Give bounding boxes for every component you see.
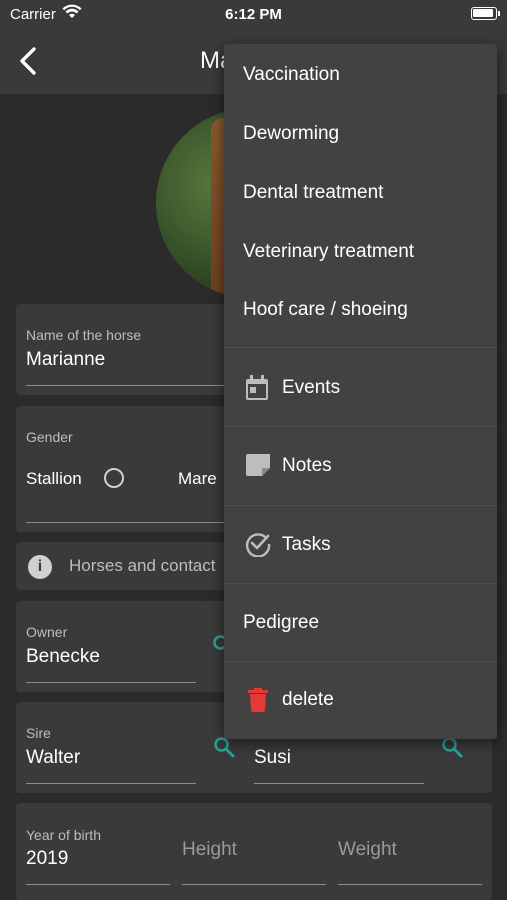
note-icon [246,454,270,476]
sire-underline [26,783,196,784]
owner-label: Owner [26,624,68,640]
mare-label: Mare [178,469,217,488]
horse-name-input[interactable]: Marianne [26,349,105,371]
clock: 6:12 PM [225,6,282,23]
year-of-birth-underline [26,884,170,885]
stallion-label: Stallion [26,469,82,488]
menu-item-label: Hoof care / shoeing [243,299,408,320]
gender-label: Gender [26,429,73,445]
menu-item-deworming[interactable]: Deworming [224,103,497,162]
menu-item-delete[interactable]: delete [224,662,497,739]
sire-search-icon[interactable] [213,736,235,758]
weight-input[interactable]: Weight [338,839,397,861]
stallion-radio[interactable] [104,468,124,488]
check-circle-icon [245,533,271,557]
menu-item-label: Dental treatment [243,182,384,203]
menu-item-label: Pedigree [243,612,320,633]
height-underline [182,884,326,885]
weight-underline [338,884,482,885]
menu-item-label: Vaccination [243,64,340,85]
menu-item-veterinary-treatment[interactable]: Veterinary treatment [224,221,497,280]
gender-underline [26,522,226,523]
info-icon: i [28,555,52,579]
menu-item-dental-treatment[interactable]: Dental treatment [224,162,497,221]
back-arrow-icon[interactable] [14,44,44,78]
options-menu: Vaccination Deworming Dental treatment V… [224,44,497,739]
menu-item-label: Notes [282,455,332,476]
sire-input[interactable]: Walter [26,747,80,769]
height-input[interactable]: Height [182,839,237,861]
menu-item-label: Tasks [282,534,331,555]
menu-item-label: delete [282,689,334,710]
info-text: Horses and contact [69,556,216,575]
battery-icon [471,7,500,20]
trash-icon [248,688,268,712]
menu-item-tasks[interactable]: Tasks [224,506,497,584]
measurements-card [16,803,492,900]
menu-item-notes[interactable]: Notes [224,427,497,505]
menu-item-hoof-care[interactable]: Hoof care / shoeing [224,280,497,346]
menu-item-vaccination[interactable]: Vaccination [224,44,497,103]
dam-search-icon[interactable] [441,736,463,758]
owner-underline [26,682,196,683]
dam-underline [254,783,424,784]
dam-input[interactable]: Susi [254,747,291,769]
menu-item-label: Veterinary treatment [243,241,415,262]
menu-item-label: Events [282,377,341,398]
calendar-icon [246,375,268,400]
menu-item-pedigree[interactable]: Pedigree [224,584,497,661]
menu-item-label: Deworming [243,123,340,144]
menu-item-events[interactable]: Events [224,348,497,426]
status-bar: Carrier 6:12 PM [0,0,507,28]
horse-name-underline [26,385,226,386]
year-of-birth-input[interactable]: 2019 [26,848,68,870]
horse-name-label: Name of the horse [26,327,142,343]
year-of-birth-label: Year of birth [26,827,101,843]
sire-label: Sire [26,725,51,741]
owner-input[interactable]: Benecke [26,646,100,668]
